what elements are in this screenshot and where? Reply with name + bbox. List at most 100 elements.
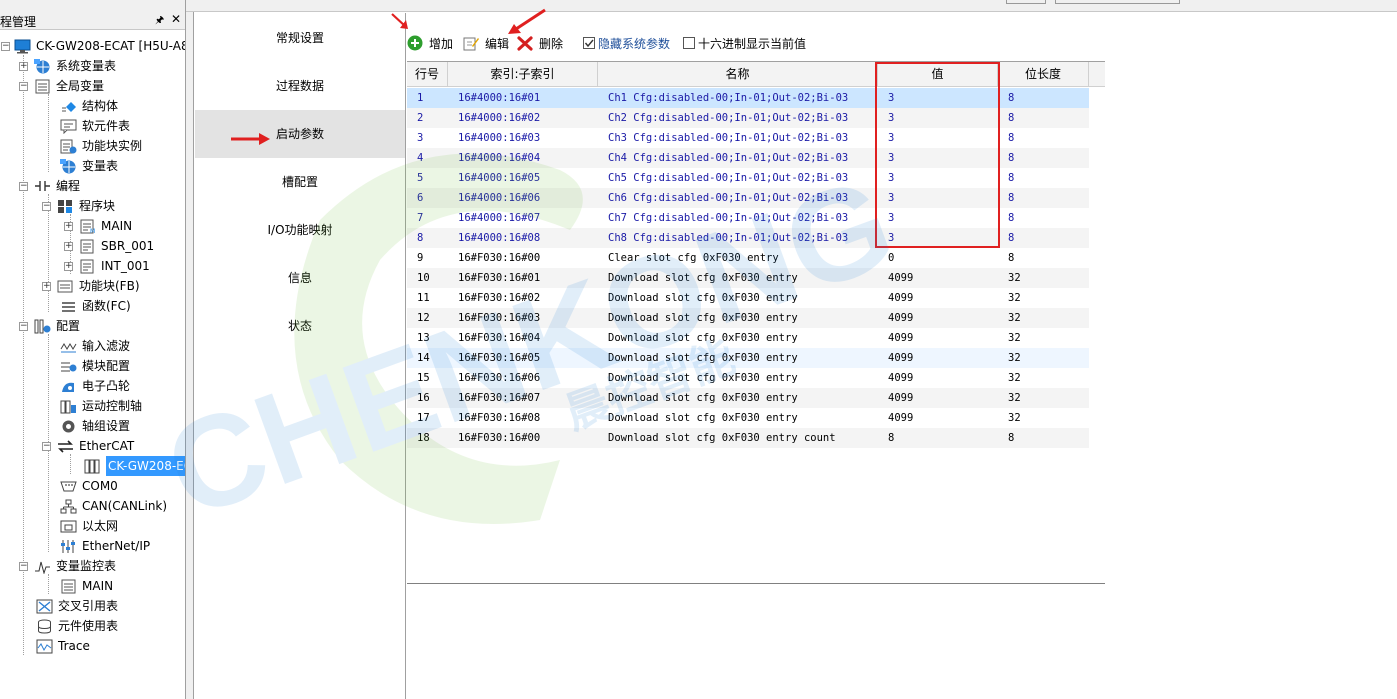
cell-value[interactable]: 3 (888, 88, 894, 108)
tree-item-cam[interactable]: 电子凸轮 (60, 376, 130, 396)
col-header-index[interactable]: 索引:子索引 (448, 62, 598, 87)
cell-value[interactable]: 3 (888, 228, 894, 248)
collapse-toggle[interactable]: − (19, 561, 28, 571)
col-header-value[interactable]: 值 (878, 62, 998, 87)
col-header-name[interactable]: 名称 (598, 62, 878, 87)
tree-item-axis-group[interactable]: 轴组设置 (60, 416, 130, 436)
pin-icon[interactable]: 🖈︎ (155, 13, 164, 30)
tree-item-trace[interactable]: Trace (36, 636, 90, 656)
cell-value[interactable]: 3 (888, 188, 894, 208)
panel-splitter[interactable] (186, 12, 194, 699)
delete-button[interactable]: 删除 (517, 34, 563, 52)
expand-toggle[interactable]: + (19, 61, 28, 71)
table-row[interactable]: 8 16#4000:16#08 Ch8 Cfg:disabled-00;In-01;… (407, 228, 1089, 248)
add-button[interactable]: 增加 (407, 34, 453, 52)
table-row[interactable]: 5 16#4000:16#05 Ch5 Cfg:disabled-00;In-01;… (407, 168, 1089, 188)
nav-info[interactable]: 信息 (195, 254, 405, 302)
tree-item-ethercat[interactable]: − EtherCAT (42, 436, 134, 456)
cell-value[interactable]: 4099 (888, 368, 913, 388)
cell-value[interactable]: 4099 (888, 288, 913, 308)
nav-status[interactable]: 状态 (195, 302, 405, 350)
nav-io-mapping[interactable]: I/O功能映射 (195, 206, 405, 254)
table-row[interactable]: 6 16#4000:16#06 Ch6 Cfg:disabled-00;In-01;… (407, 188, 1089, 208)
tree-item-fb-instance[interactable]: 功能块实例 (60, 136, 142, 156)
nav-process-data[interactable]: 过程数据 (195, 62, 405, 110)
hide-system-params-checkbox[interactable]: 隐藏系统参数 (583, 34, 670, 52)
table-row[interactable]: 3 16#4000:16#03 Ch3 Cfg:disabled-00;In-01;… (407, 128, 1089, 148)
tree-root[interactable]: − CK-GW208-ECAT [H5U-A8 (1, 36, 185, 56)
tree-item-program-block[interactable]: − 程序块 (42, 196, 115, 216)
tree-item-com0[interactable]: COM0 (60, 476, 118, 496)
table-row[interactable]: 10 16#F030:16#01 Download slot cfg 0xF030 … (407, 268, 1089, 288)
expand-toggle[interactable]: + (42, 281, 51, 291)
tree-item-programming[interactable]: − 编程 (19, 176, 80, 196)
table-row[interactable]: 18 16#F030:16#00 Download slot cfg 0xF030 … (407, 428, 1089, 448)
cell-value[interactable]: 3 (888, 208, 894, 228)
expand-toggle[interactable]: + (64, 261, 73, 271)
nav-slot-config[interactable]: 槽配置 (195, 158, 405, 206)
tree-item-var-monitor[interactable]: − 变量监控表 (19, 556, 116, 576)
tree-item-module-config[interactable]: 模块配置 (60, 356, 130, 376)
hex-display-checkbox[interactable]: 十六进制显示当前值 (683, 34, 806, 52)
trace-icon (36, 639, 53, 654)
tree-item-cross-ref[interactable]: 交叉引用表 (36, 596, 118, 616)
collapse-toggle[interactable]: − (1, 41, 10, 51)
table-row[interactable]: 15 16#F030:16#06 Download slot cfg 0xF030 … (407, 368, 1089, 388)
tree-item-monitor-main[interactable]: MAIN (60, 576, 113, 596)
cell-value[interactable]: 3 (888, 108, 894, 128)
tree-item-global-vars[interactable]: − 全局变量 (19, 76, 104, 96)
table-row[interactable]: 12 16#F030:16#03 Download slot cfg 0xF030 … (407, 308, 1089, 328)
table-row[interactable]: 1 16#4000:16#01 Ch1 Cfg:disabled-00;In-01;… (407, 88, 1089, 108)
tree-item-ethercat-device[interactable]: CK-GW208-EC (84, 456, 185, 476)
tree-item-input-filter[interactable]: 输入滤波 (60, 336, 130, 356)
table-row[interactable]: 7 16#4000:16#07 Ch7 Cfg:disabled-00;In-01;… (407, 208, 1089, 228)
cell-value[interactable]: 4099 (888, 348, 913, 368)
cell-value[interactable]: 8 (888, 428, 894, 448)
cell-value[interactable]: 3 (888, 128, 894, 148)
edit-button[interactable]: 编辑 (463, 34, 509, 52)
collapse-toggle[interactable]: − (19, 181, 28, 191)
col-header-bit-length[interactable]: 位长度 (998, 62, 1089, 87)
nav-startup-params[interactable]: 启动参数 (195, 110, 405, 158)
tree-item-can[interactable]: CAN(CANLink) (60, 496, 167, 516)
table-row[interactable]: 16 16#F030:16#07 Download slot cfg 0xF030 … (407, 388, 1089, 408)
tree-item-sbr[interactable]: + SBR_001 (64, 236, 154, 256)
cell-value[interactable]: 4099 (888, 308, 913, 328)
table-row[interactable]: 13 16#F030:16#04 Download slot cfg 0xF030 … (407, 328, 1089, 348)
table-row[interactable]: 11 16#F030:16#02 Download slot cfg 0xF030 … (407, 288, 1089, 308)
nav-general-settings[interactable]: 常规设置 (195, 14, 405, 62)
collapse-toggle[interactable]: − (42, 441, 51, 451)
cell-value[interactable]: 4099 (888, 388, 913, 408)
tree-item-config[interactable]: − 配置 (19, 316, 80, 336)
collapse-toggle[interactable]: − (19, 321, 28, 331)
table-row[interactable]: 4 16#4000:16#04 Ch4 Cfg:disabled-00;In-01;… (407, 148, 1089, 168)
collapse-toggle[interactable]: − (19, 81, 28, 91)
table-row[interactable]: 14 16#F030:16#05 Download slot cfg 0xF030 … (407, 348, 1089, 368)
table-row[interactable]: 9 16#F030:16#00 Clear slot cfg 0xF030 entr… (407, 248, 1089, 268)
tree-item-var-table[interactable]: 变量表 (60, 156, 118, 176)
cell-value[interactable]: 4099 (888, 268, 913, 288)
cell-value[interactable]: 3 (888, 168, 894, 188)
cell-value[interactable]: 3 (888, 148, 894, 168)
collapse-toggle[interactable]: − (42, 201, 51, 211)
close-icon[interactable]: ✕ (171, 12, 181, 26)
tree-item-motion-axis[interactable]: 运动控制轴 (60, 396, 142, 416)
tree-item-element-usage[interactable]: 元件使用表 (36, 616, 118, 636)
tree-item-function[interactable]: 函数(FC) (60, 296, 131, 316)
table-row[interactable]: 2 16#4000:16#02 Ch2 Cfg:disabled-00;In-01;… (407, 108, 1089, 128)
tree-item-int[interactable]: + INT_001 (64, 256, 150, 276)
expand-toggle[interactable]: + (64, 221, 73, 231)
tree-item-struct[interactable]: 结构体 (60, 96, 118, 116)
tree-item-soft-element-table[interactable]: 软元件表 (60, 116, 130, 136)
tree-item-function-block[interactable]: + 功能块(FB) (42, 276, 140, 296)
tree-item-system-vars[interactable]: + 系统变量表 (19, 56, 116, 76)
cell-value[interactable]: 0 (888, 248, 894, 268)
col-header-row-no[interactable]: 行号 (407, 62, 448, 87)
cell-value[interactable]: 4099 (888, 328, 913, 348)
table-row[interactable]: 17 16#F030:16#08 Download slot cfg 0xF030 … (407, 408, 1089, 428)
tree-item-ethernet-ip[interactable]: EtherNet/IP (60, 536, 150, 556)
expand-toggle[interactable]: + (64, 241, 73, 251)
tree-item-main[interactable]: + M MAIN (64, 216, 132, 236)
tree-item-ethernet[interactable]: 以太网 (60, 516, 118, 536)
cell-value[interactable]: 4099 (888, 408, 913, 428)
